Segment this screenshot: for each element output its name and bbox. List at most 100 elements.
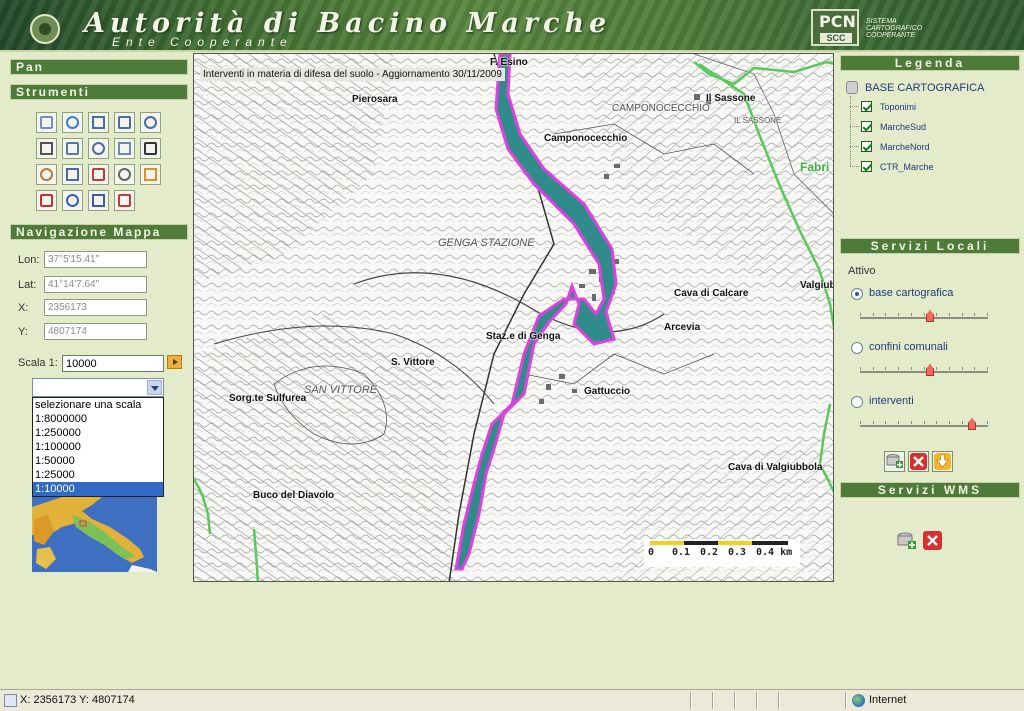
region-emblem-icon [30,14,60,44]
scale-option[interactable]: 1:100000 [33,440,163,454]
scale-option[interactable]: 1:10000 [33,482,163,496]
layer-checkbox[interactable] [861,161,872,172]
next-extent-tool[interactable] [62,190,83,211]
slider-thumb[interactable] [926,310,934,322]
scale-tick-label: 0.4 km [756,547,793,558]
pdf-tool[interactable] [114,190,135,211]
previous-extent-tool[interactable] [88,190,109,211]
place-label: Gattuccio [584,386,631,397]
service-radio[interactable] [851,342,863,354]
slider-tick [898,421,900,424]
service-radio[interactable] [851,288,863,300]
slider-tick [860,421,861,424]
add-wms-button[interactable] [896,530,917,551]
scale-option[interactable]: selezionare una scala [33,398,163,412]
layer-label: MarcheNord [880,142,930,152]
scale-go-button[interactable] [167,355,182,369]
scale-input[interactable] [62,355,164,372]
status-divider [712,692,714,709]
slider-tick [987,313,988,316]
globe-tool[interactable] [62,112,83,133]
overview-map-image [32,497,157,572]
y-field[interactable] [44,323,147,340]
previous-extent-icon [92,194,105,207]
opacity-slider[interactable] [860,310,988,322]
tools-header[interactable]: Strumenti [10,84,188,100]
add-service-button[interactable] [884,451,905,472]
scale-tick-label: 0 [648,547,655,558]
zoom-in-tool[interactable] [114,112,135,133]
slider-thumb[interactable] [968,418,976,430]
layer-checkbox[interactable] [861,141,872,152]
zoom-box-tool[interactable] [88,112,109,133]
layer-checkbox[interactable] [861,121,872,132]
tree-connector [850,96,851,166]
slider-tick [961,421,963,424]
measure-tool[interactable] [36,164,57,185]
pdf-icon [118,194,131,207]
lon-field[interactable] [44,251,147,268]
slider-tick [910,421,912,424]
lat-label: Lat: [18,279,37,291]
zoom-in-icon [118,116,131,129]
slider-tick [936,421,938,424]
map-text-label: IL SASSONE [734,116,782,125]
slider-tick [872,313,874,316]
tree-connector [850,166,859,167]
back-arrow-tool[interactable] [140,164,161,185]
zoom-box-icon [92,116,105,129]
scale-options-list[interactable]: selezionare una scala 1:8000000 1:250000 1:… [32,397,164,497]
select-box-icon [66,168,79,181]
scale-option[interactable]: 1:8000000 [33,412,163,426]
app-subtitle: Ente Cooperante [112,35,293,49]
select-box-tool[interactable] [62,164,83,185]
status-divider [756,692,758,709]
slider-tick [961,367,963,370]
slider-thumb[interactable] [926,364,934,376]
zoom-out-tool[interactable] [140,112,161,133]
base-layer-group[interactable]: BASE CARTOGRAFICA [865,82,984,94]
slider-tick [936,313,938,316]
layer-list-tool[interactable] [36,112,57,133]
topographic-map [194,54,833,581]
database-icon [846,81,858,94]
slider-tick [948,367,950,370]
xy-coordinate-tool[interactable] [36,138,57,159]
x-field[interactable] [44,299,147,316]
print-tool[interactable] [114,164,135,185]
pan-header[interactable]: Pan [10,59,188,75]
scale-tick-label: 0.3 [728,547,747,558]
chevron-down-icon[interactable] [147,380,162,395]
slider-tick [910,367,912,370]
eraser-tool[interactable] [88,164,109,185]
overview-map[interactable] [32,497,157,572]
service-radio[interactable] [851,396,863,408]
identify-tool[interactable] [62,138,83,159]
binoculars-tool[interactable] [140,138,161,159]
resize-tool[interactable] [36,190,57,211]
binoculars-icon [144,142,157,155]
opacity-slider[interactable] [860,364,988,376]
slider-tick [936,367,938,370]
map-canvas[interactable]: Interventi in materia di difesa del suol… [193,53,834,582]
remove-wms-button[interactable] [922,530,943,551]
query-tool[interactable] [88,138,109,159]
layer-checkbox[interactable] [861,101,872,112]
xy-coordinate-icon [40,142,53,155]
remove-service-button[interactable] [908,451,929,472]
tree-connector [850,126,859,127]
opacity-slider[interactable] [860,418,988,430]
scale-option[interactable]: 1:50000 [33,454,163,468]
place-label: Fabri [800,160,830,174]
move-down-button[interactable] [932,451,953,472]
select-area-tool[interactable] [114,138,135,159]
lat-field[interactable] [44,276,147,293]
scale-select[interactable] [32,378,164,397]
scale-option[interactable]: 1:250000 [33,426,163,440]
scale-option[interactable]: 1:25000 [33,468,163,482]
map-text-label: GENGA STAZIONE [438,237,535,249]
layer-label: MarcheSud [880,122,927,132]
local-services-header: Servizi Locali [840,238,1020,254]
place-label: Sorg.te Sulfurea [229,393,307,404]
y-label: Y: [18,326,28,338]
